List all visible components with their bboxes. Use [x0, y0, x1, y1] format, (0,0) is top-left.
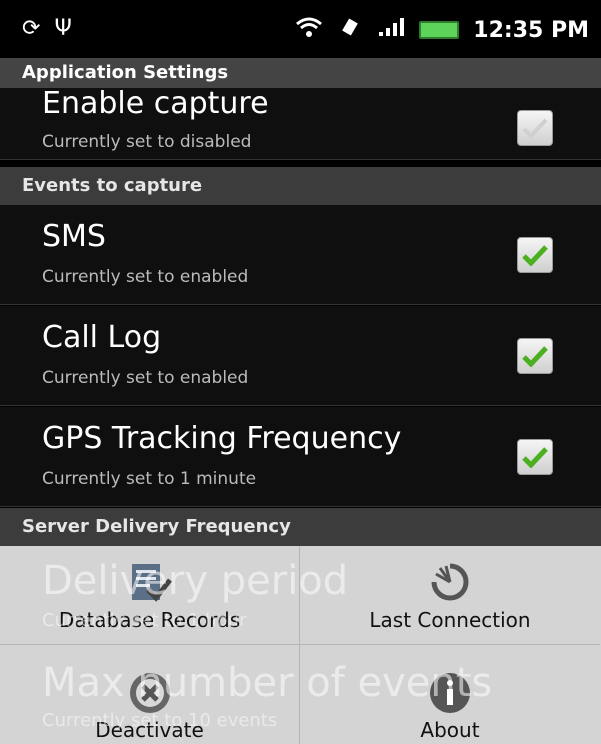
setting-subtitle: Currently set to 1 minute [42, 469, 257, 489]
setting-subtitle: Currently set to enabled [42, 368, 249, 388]
setting-subtitle: Currently set to enabled [42, 267, 249, 287]
status-right-icons: 12:35 PM [295, 16, 589, 44]
setting-sms[interactable]: SMS Currently set to enabled [0, 205, 601, 305]
checkbox-enable-capture[interactable] [517, 110, 553, 146]
status-time: 12:35 PM [473, 17, 589, 43]
setting-subtitle: Currently set to disabled [42, 132, 252, 152]
menu-label: About [420, 718, 480, 742]
max-events-title: Max number of events [42, 660, 493, 706]
sync-icon: ⟳ [22, 16, 41, 41]
checkbox-gps[interactable] [517, 439, 553, 475]
setting-gps[interactable]: GPS Tracking Frequency Currently set to … [0, 407, 601, 507]
setting-title: GPS Tracking Frequency [42, 421, 402, 456]
battery-icon [419, 21, 460, 39]
max-events-subtitle: Currently set to 10 events [42, 710, 278, 731]
setting-title: Enable capture [42, 86, 269, 121]
wifi-icon [295, 16, 323, 44]
usb-icon: Ψ [54, 16, 72, 41]
app-title-overlay: Application Settings [0, 58, 601, 88]
setting-title: Call Log [42, 320, 162, 355]
section-server-delivery: Server Delivery Frequency [0, 508, 601, 546]
delivery-period-title: Delivery period [42, 558, 349, 604]
setting-title: SMS [42, 219, 106, 254]
status-left-icons: ⟳ Ψ [22, 16, 72, 41]
section-events: Events to capture [0, 167, 601, 205]
vibrate-icon [337, 16, 363, 44]
menu-label: Last Connection [369, 608, 531, 632]
checkbox-call-log[interactable] [517, 338, 553, 374]
checkbox-sms[interactable] [517, 237, 553, 273]
delivery-period-subtitle: Currently set to 1 hour [42, 610, 247, 631]
status-bar: ⟳ Ψ 12:35 PM [0, 0, 601, 58]
signal-icon [377, 16, 405, 44]
last-connection-icon [426, 558, 474, 610]
setting-call-log[interactable]: Call Log Currently set to enabled [0, 306, 601, 406]
